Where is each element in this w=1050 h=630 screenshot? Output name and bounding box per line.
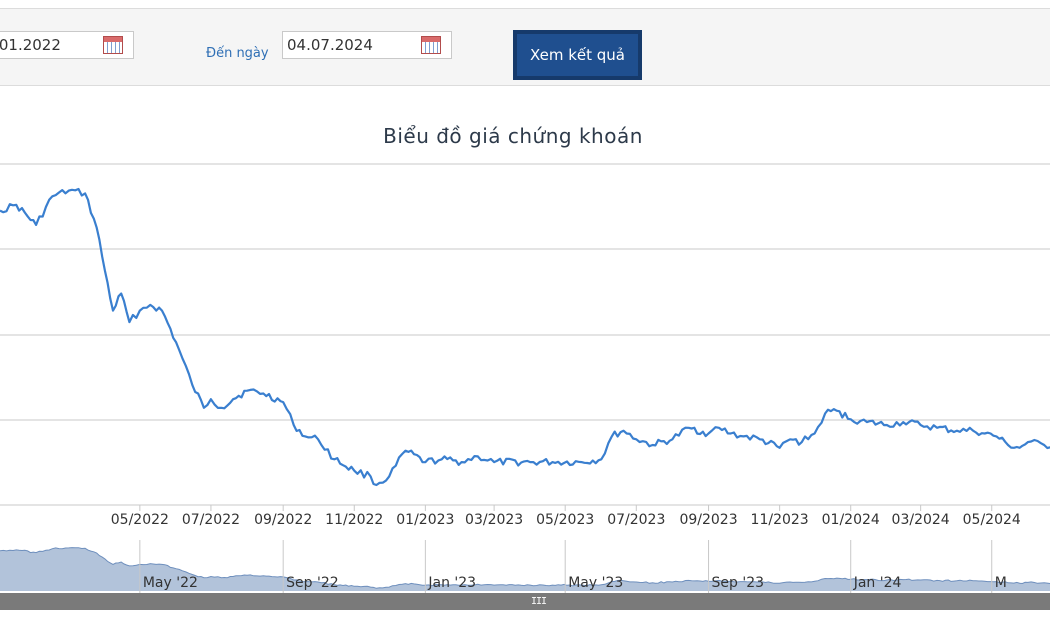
to-date-label: Đến ngày [206,46,269,61]
calendar-icon[interactable] [421,36,441,54]
x-tick-label: 05/2023 [536,512,594,528]
x-tick-label: 03/2024 [892,512,950,528]
chart-title: Biểu đồ giá chứng khoán [383,124,643,148]
grid-lines [0,163,1050,421]
from-date-input[interactable]: 01.01.2022 [0,31,134,59]
from-date-value: 01.01.2022 [0,36,61,54]
navigator-label: Sep '22 [286,575,339,591]
filter-bar: 01.01.2022 Đến ngày 04.07.2024 Xem kết q… [0,8,1050,86]
x-tick-label: 07/2023 [607,512,665,528]
navigator-label: Jan '23 [427,575,476,591]
price-series-line [0,187,1050,487]
x-tick-label: 05/2022 [111,512,169,528]
x-tick-label: 01/2024 [822,512,880,528]
x-tick-label: 05/2024 [963,512,1021,528]
navigator-label: Sep '23 [712,575,765,591]
x-tick-label: 01/2023 [396,512,454,528]
x-tick-label: 07/2022 [182,512,240,528]
x-tick-label: 11/2022 [325,512,383,528]
navigator-label: May '23 [568,575,623,591]
price-chart: 01/202205/202207/202209/202211/202201/20… [0,163,1050,528]
x-tick-label: 09/2023 [679,512,737,528]
to-date-input[interactable]: 04.07.2024 [282,31,452,59]
x-tick-label: 03/2023 [465,512,523,528]
navigator-label: M [995,575,1007,591]
to-date-value: 04.07.2024 [287,36,373,54]
calendar-icon[interactable] [103,36,123,54]
navigator-label: Jan '24 [853,575,902,591]
navigator-scrollbar[interactable]: III [0,593,1050,610]
scrollbar-grip-icon[interactable]: III [531,596,547,607]
x-axis-ticks: 01/202205/202207/202209/202211/202201/20… [111,505,1021,528]
view-results-button[interactable]: Xem kết quả [513,30,642,80]
navigator-chart[interactable]: May '22 Sep '22 Jan '23 May '23 Sep '23 Jan '… [0,538,1050,593]
x-tick-label: 11/2023 [751,512,809,528]
x-tick-label: 09/2022 [254,512,312,528]
navigator-label: May '22 [143,575,198,591]
